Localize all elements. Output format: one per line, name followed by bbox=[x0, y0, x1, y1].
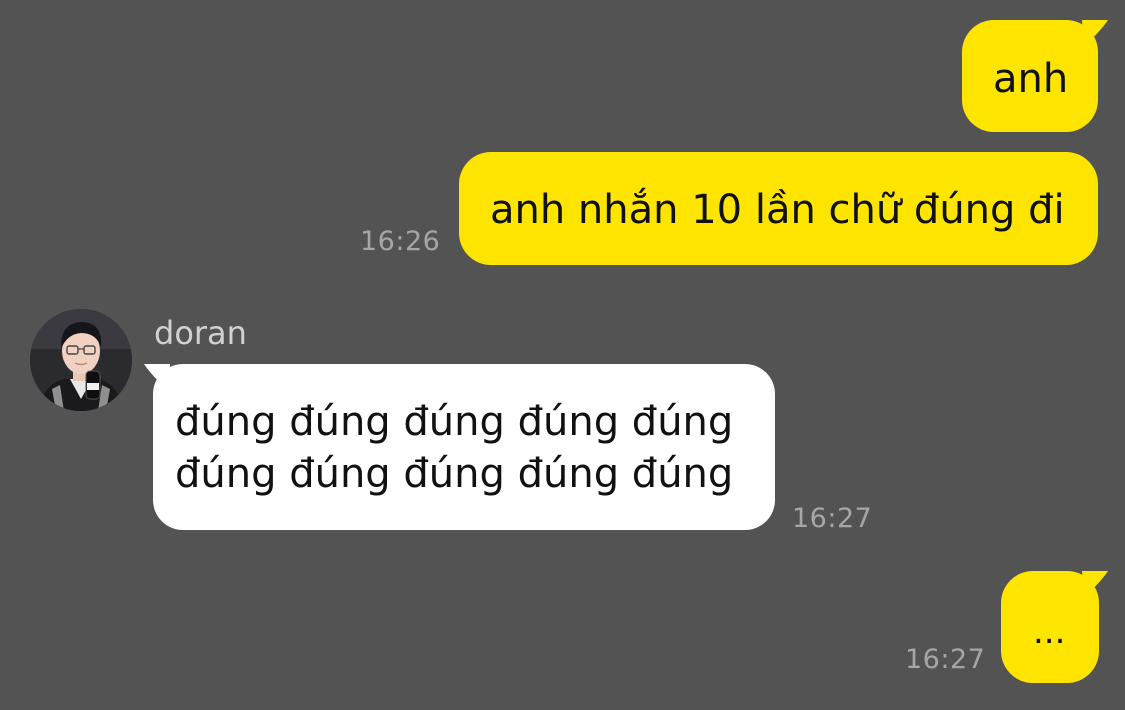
outgoing-message-bubble[interactable]: anh nhắn 10 lần chữ đúng đi bbox=[459, 152, 1098, 265]
message-timestamp: 16:27 bbox=[905, 644, 986, 675]
message-text: anh nhắn 10 lần chữ đúng đi bbox=[490, 187, 1065, 233]
bubble-tail-icon bbox=[144, 364, 170, 390]
bubble-tail-icon bbox=[1082, 20, 1108, 46]
message-timestamp: 16:26 bbox=[360, 226, 441, 257]
message-text-line: đúng đúng đúng đúng đúng bbox=[175, 451, 734, 497]
message-text: anh bbox=[993, 56, 1069, 102]
chat-thread: anh anh nhắn 10 lần chữ đúng đi 16:26 do… bbox=[0, 0, 1125, 710]
profile-photo-avatar bbox=[30, 309, 132, 411]
incoming-message-bubble[interactable]: đúng đúng đúng đúng đúng đúng đúng đúng … bbox=[153, 364, 775, 530]
bubble-tail-icon bbox=[1082, 571, 1108, 597]
avatar[interactable] bbox=[30, 309, 132, 411]
sender-name: doran bbox=[154, 314, 247, 352]
message-text: ... bbox=[1033, 612, 1066, 652]
outgoing-message-bubble[interactable]: anh bbox=[962, 20, 1098, 132]
message-text-line: đúng đúng đúng đúng đúng bbox=[175, 399, 734, 445]
message-timestamp: 16:27 bbox=[792, 503, 873, 534]
